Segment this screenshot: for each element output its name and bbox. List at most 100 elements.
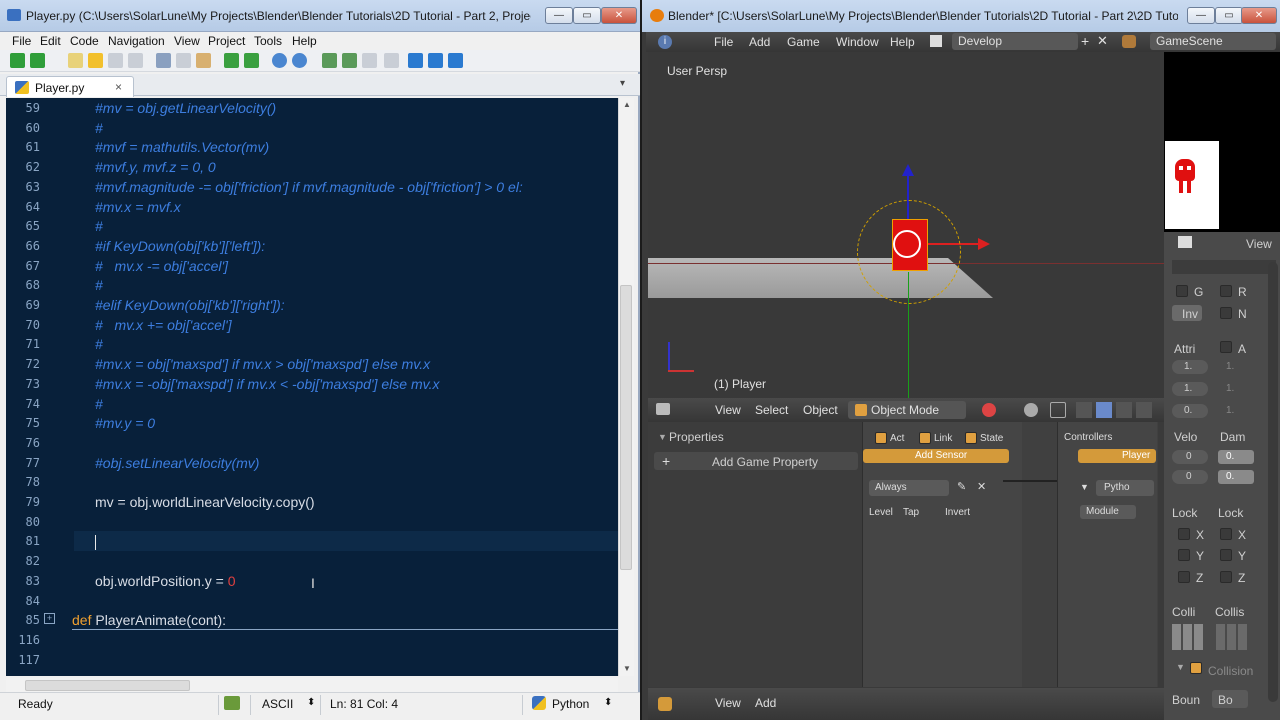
- collision-checkbox[interactable]: [1190, 662, 1202, 674]
- tab-list-arrow-icon[interactable]: ▾: [620, 78, 625, 89]
- scene-field[interactable]: GameScene: [1150, 33, 1276, 50]
- code-area[interactable]: 59 60 61 62 63 64 65 66 67 68 69 70 71 72 73 74 75 76 77 78…: [6, 98, 618, 676]
- forward-icon[interactable]: [30, 53, 45, 68]
- menu-code[interactable]: Code: [70, 34, 99, 48]
- paste-icon[interactable]: [196, 53, 211, 68]
- properties-tabs[interactable]: [1172, 260, 1276, 274]
- edit-mode-icon[interactable]: [224, 696, 240, 710]
- g-checkbox[interactable]: [1176, 285, 1188, 297]
- compile-icon[interactable]: [272, 53, 287, 68]
- close-button[interactable]: ✕: [601, 7, 637, 24]
- remove-layout-icon[interactable]: ✕: [1097, 33, 1108, 49]
- remove-sensor-icon[interactable]: ✕: [977, 480, 986, 493]
- transform-orient-icon[interactable]: [1136, 402, 1152, 418]
- scroll-down-icon[interactable]: ▼: [623, 664, 631, 673]
- tab-close-icon[interactable]: ×: [115, 80, 122, 94]
- new-file-icon[interactable]: [68, 53, 83, 68]
- find-icon[interactable]: [428, 53, 443, 68]
- menu-project[interactable]: Project: [208, 34, 245, 48]
- vertical-scroll-thumb[interactable]: [620, 285, 632, 570]
- replace-icon[interactable]: [448, 53, 463, 68]
- logic-menu-add[interactable]: Add: [755, 696, 776, 710]
- view3d-menu-select[interactable]: Select: [755, 403, 788, 417]
- dam-field-1[interactable]: [1218, 450, 1254, 464]
- lock-y-checkbox-2[interactable]: [1220, 549, 1232, 561]
- pivot-icon[interactable]: [1024, 403, 1038, 417]
- link-checkbox[interactable]: [919, 432, 931, 444]
- blender-menu-add[interactable]: Add: [749, 35, 770, 49]
- level-button[interactable]: Level: [869, 507, 893, 518]
- state-checkbox[interactable]: [965, 432, 977, 444]
- collision-bounds-grid-1[interactable]: [1172, 624, 1204, 650]
- dam-field-2[interactable]: [1218, 470, 1254, 484]
- redo-icon[interactable]: [244, 53, 259, 68]
- minimize-button[interactable]: —: [545, 7, 573, 24]
- rotate-icon[interactable]: [1096, 402, 1112, 418]
- blender-title-bar[interactable]: Blender* [C:\Users\SolarLune\My Projects…: [642, 0, 1280, 32]
- status-language[interactable]: Python: [552, 697, 589, 711]
- lock-y-checkbox-1[interactable]: [1178, 549, 1190, 561]
- controller-collapse-icon[interactable]: ▼: [1080, 482, 1089, 492]
- maximize-button[interactable]: ▭: [573, 7, 601, 24]
- properties-scrollbar[interactable]: [1268, 262, 1278, 702]
- add-layout-icon[interactable]: +: [1081, 33, 1089, 49]
- layout-grid-icon[interactable]: [930, 35, 942, 47]
- r-checkbox[interactable]: [1220, 285, 1232, 297]
- blender-menu-window[interactable]: Window: [836, 35, 879, 49]
- save-all-icon[interactable]: [128, 53, 143, 68]
- fold-expand-icon[interactable]: +: [44, 613, 55, 624]
- menu-view[interactable]: View: [174, 34, 200, 48]
- zoom-icon[interactable]: [408, 53, 423, 68]
- open-folder-icon[interactable]: [88, 53, 103, 68]
- lock-x-checkbox-2[interactable]: [1220, 528, 1232, 540]
- tab-player-py[interactable]: Player.py ×: [6, 76, 134, 97]
- lock-x-checkbox-1[interactable]: [1178, 528, 1190, 540]
- lock-z-checkbox-2[interactable]: [1220, 571, 1232, 583]
- info-editor-icon[interactable]: i: [658, 35, 672, 49]
- menu-edit[interactable]: Edit: [40, 34, 61, 48]
- view3d-menu-view[interactable]: View: [715, 403, 741, 417]
- copy-icon[interactable]: [176, 53, 191, 68]
- menu-file[interactable]: File: [12, 34, 31, 48]
- unindent-icon[interactable]: [342, 53, 357, 68]
- blender-menu-game[interactable]: Game: [787, 35, 820, 49]
- fold-icon[interactable]: [384, 53, 399, 68]
- a-checkbox[interactable]: [1220, 341, 1232, 353]
- shading-icon[interactable]: [982, 403, 996, 417]
- scale-icon[interactable]: [1116, 402, 1132, 418]
- menu-help[interactable]: Help: [292, 34, 317, 48]
- status-encoding[interactable]: ASCII: [262, 697, 293, 711]
- indent-icon[interactable]: [322, 53, 337, 68]
- blender-minimize-button[interactable]: —: [1187, 7, 1215, 24]
- editor-title-bar[interactable]: Player.py (C:\Users\SolarLune\My Project…: [0, 0, 640, 32]
- encoding-dropdown-icon[interactable]: ⬍: [307, 697, 315, 708]
- editor-type-icon[interactable]: [656, 403, 670, 415]
- invert-button[interactable]: Invert: [945, 507, 970, 518]
- tap-button[interactable]: Tap: [903, 507, 919, 518]
- n-checkbox[interactable]: [1220, 307, 1232, 319]
- blender-close-button[interactable]: ✕: [1241, 7, 1277, 24]
- collision-collapse-icon[interactable]: ▼: [1176, 662, 1185, 672]
- horizontal-scroll-thumb[interactable]: [25, 680, 190, 691]
- 3d-viewport[interactable]: User Persp (1) Player: [648, 52, 1164, 398]
- act-checkbox[interactable]: [875, 432, 887, 444]
- blender-menu-file[interactable]: File: [714, 35, 733, 49]
- screen-layout-field[interactable]: Develop: [952, 33, 1078, 50]
- lock-z-checkbox-1[interactable]: [1178, 571, 1190, 583]
- manipulator-toggle-icon[interactable]: [1050, 402, 1066, 418]
- save-icon[interactable]: [108, 53, 123, 68]
- language-dropdown-icon[interactable]: ⬍: [604, 697, 612, 708]
- blender-maximize-button[interactable]: ▭: [1215, 7, 1243, 24]
- cut-icon[interactable]: [156, 53, 171, 68]
- blender-menu-help[interactable]: Help: [890, 35, 915, 49]
- back-icon[interactable]: [10, 53, 25, 68]
- scroll-up-icon[interactable]: ▲: [623, 100, 631, 109]
- controllers-dropdown[interactable]: Controllers: [1064, 432, 1112, 443]
- panel-collapse-icon[interactable]: ▼: [658, 432, 667, 442]
- pin-icon[interactable]: ✎: [957, 480, 966, 493]
- collision-bounds-grid-2[interactable]: [1216, 624, 1248, 650]
- view3d-menu-object[interactable]: Object: [803, 403, 838, 417]
- comment-icon[interactable]: [362, 53, 377, 68]
- properties-editor-icon[interactable]: [1178, 236, 1192, 248]
- run-icon[interactable]: [292, 53, 307, 68]
